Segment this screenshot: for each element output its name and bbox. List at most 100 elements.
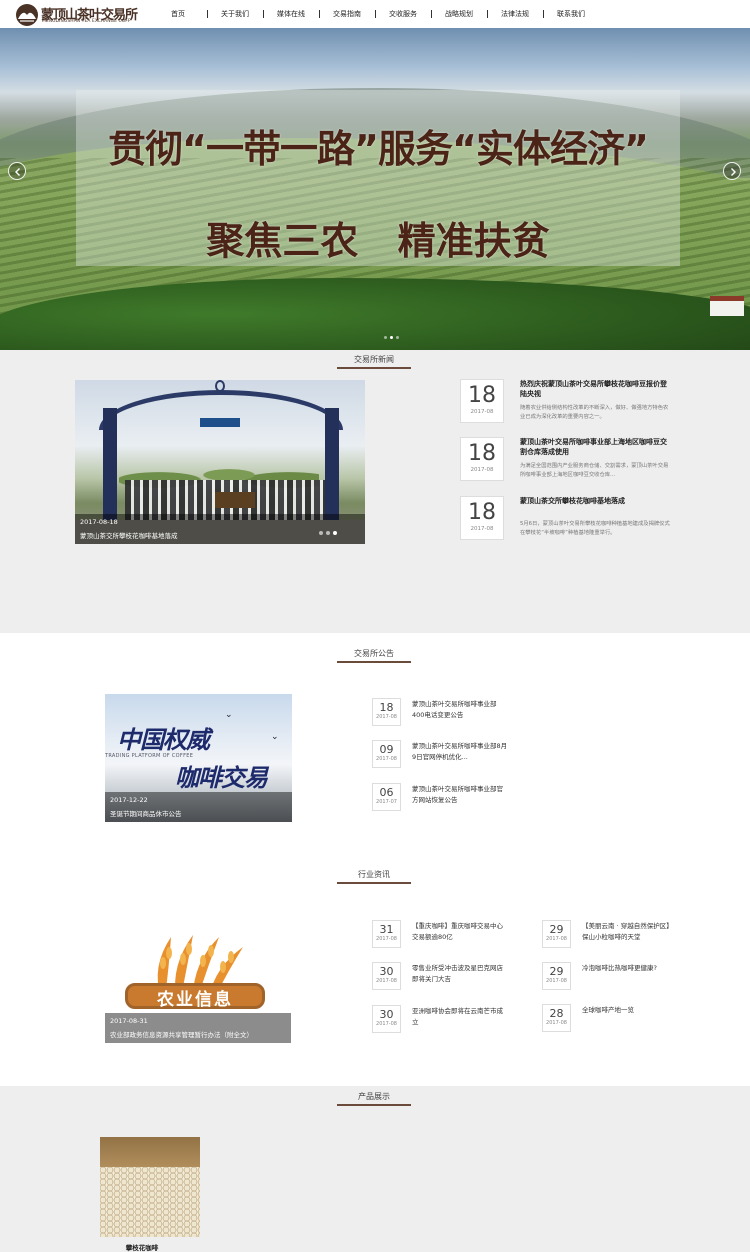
news-summary: 5月6日，蒙顶山茶叶交易所攀枝花咖啡种植基地建成及揭牌仪式在攀枝花“半坡咖啡”种… [520,521,670,536]
featured-dot[interactable] [319,531,323,535]
section-title-products: 产品展示 [358,1092,390,1101]
announcement-title[interactable]: 蒙顶山茶叶交易所咖啡事业部400电话变更公告 [412,699,508,720]
photo-gate-pole [103,408,117,520]
date-box: 31 2017-08 [372,920,401,948]
news-list-item[interactable]: 18 2017-08 热烈庆祝蒙顶山茶叶交易所攀枝花咖啡豆报价登陆央视 随着农业… [460,379,670,427]
news-title[interactable]: 热烈庆祝蒙顶山茶叶交易所攀枝花咖啡豆报价登陆央视 [520,379,670,399]
logo-mark-icon [16,4,38,26]
date-box: 30 2017-08 [372,962,401,990]
date-month: 2017-08 [470,467,494,473]
featured-title[interactable]: 农业部政务信息资源共享管理暂行办法（附全文） [110,1029,253,1039]
banner-next-button[interactable] [723,162,741,180]
logo-subtext: MENGDINGSHAN TEA EXCHANGE COFF [42,19,131,24]
nav-strategy[interactable]: 战略规划 [445,9,473,19]
industry-title[interactable]: 【美丽云南 · 穿越自然保护区】保山小粒咖啡的天堂 [582,921,678,942]
section-title-announcements: 交易所公告 [354,649,394,658]
photo-calligraphy-text: 中国权威 [117,725,210,754]
nav-separator [431,10,432,18]
logo[interactable]: 蒙顶山茶叶交易所 MENGDINGSHAN TEA EXCHANGE COFF [14,3,154,27]
bird-icon: ⌄ [225,710,233,720]
industry-list-item[interactable]: 28 2017-08 全球咖啡产地一览 [542,1004,682,1034]
date-box: 09 2017-08 [372,740,401,768]
industry-title[interactable]: 全球咖啡产地一览 [582,1005,678,1016]
announcement-title[interactable]: 蒙顶山茶叶交易所咖啡事业部官方网站恢复公告 [412,784,508,805]
featured-title[interactable]: 圣诞节期间商品休市公告 [110,808,182,818]
date-box: 06 2017-07 [372,783,401,811]
date-day: 29 [549,923,564,936]
date-day: 31 [379,923,394,936]
announcement-featured-photo[interactable]: 中国权威 TRADING PLATFORM OF COFFEE 咖啡交易 ⌄ ⌄… [105,694,292,822]
nav-about[interactable]: 关于我们 [221,9,249,19]
date-month: 2017-08 [470,409,494,415]
nav-contact[interactable]: 联系我们 [557,9,585,19]
date-day: 18 [468,500,496,525]
news-list-item[interactable]: 18 2017-08 蒙顶山茶交所攀枝花咖啡基地落成 5月6日，蒙顶山茶叶交易所… [460,496,670,544]
banner-prev-button[interactable] [8,162,26,180]
date-month: 2017-08 [546,936,567,942]
photo-gate-sign [200,418,240,427]
industry-list-item[interactable]: 31 2017-08 【重庆咖啡】重庆咖啡交易中心交易额逾80亿 [372,920,512,950]
news-section: 交易所新闻 2017-08-18 蒙顶山茶交所攀枝花咖啡基地落成 18 2017… [0,350,750,633]
banner-dot[interactable] [396,336,399,339]
industry-title[interactable]: 【重庆咖啡】重庆咖啡交易中心交易额逾80亿 [412,921,508,942]
featured-pagination [319,531,337,535]
banner-dot-active[interactable] [390,336,393,339]
news-title[interactable]: 蒙顶山茶交所攀枝花咖啡基地落成 [520,496,670,506]
date-box: 30 2017-08 [372,1005,401,1033]
section-underline [337,882,411,884]
nav-home[interactable]: 首页 [171,9,185,19]
banner-headline: 贯彻“一带一路”服务“实体经济” [108,127,649,171]
nav-delivery-service[interactable]: 交收服务 [389,9,417,19]
industry-list-item[interactable]: 29 2017-08 冷泡咖啡比热咖啡更健康? [542,962,682,992]
featured-title[interactable]: 蒙顶山茶交所攀枝花咖啡基地落成 [80,530,178,540]
photo-gate-pole [325,408,339,520]
announcement-list-item[interactable]: 09 2017-08 蒙顶山茶叶交易所咖啡事业部8月9日官网停机优化... [372,740,512,770]
news-featured-photo[interactable]: 2017-08-18 蒙顶山茶交所攀枝花咖啡基地落成 [75,380,365,544]
section-title-news: 交易所新闻 [354,355,394,364]
nav-trading-guide[interactable]: 交易指南 [333,9,361,19]
announcement-list-item[interactable]: 06 2017-07 蒙顶山茶叶交易所咖啡事业部官方网站恢复公告 [372,783,512,813]
nav-separator [207,10,208,18]
date-box: 18 2017-08 [460,437,504,481]
nav-media[interactable]: 媒体在线 [277,9,305,19]
news-title[interactable]: 蒙顶山茶叶交易所咖啡事业部上海地区咖啡豆交割仓库落成使用 [520,437,670,457]
announcement-list-item[interactable]: 18 2017-08 蒙顶山茶叶交易所咖啡事业部400电话变更公告 [372,698,512,728]
date-day: 18 [379,701,394,714]
product-name[interactable]: 攀枝花咖啡 [100,1242,184,1252]
date-month: 2017-08 [376,714,397,720]
date-month: 2017-07 [376,799,397,805]
photo-calligraphy-text: 咖啡交易 [175,763,268,792]
featured-dot[interactable] [326,531,330,535]
date-box: 18 2017-08 [460,496,504,540]
industry-list-item[interactable]: 30 2017-08 亚洲咖啡协会即将在云南芒市成立 [372,1005,512,1035]
banner-pagination [384,336,399,339]
date-day: 06 [379,786,394,799]
banner-dot[interactable] [384,336,387,339]
news-list-item[interactable]: 18 2017-08 蒙顶山茶叶交易所咖啡事业部上海地区咖啡豆交割仓库落成使用 … [460,437,670,485]
date-day: 30 [379,1008,394,1021]
featured-caption: 2017-12-22 圣诞节期间商品休市公告 [105,792,292,822]
section-underline [337,1104,411,1106]
product-image[interactable] [100,1137,200,1237]
date-box: 18 2017-08 [460,379,504,423]
announcement-title[interactable]: 蒙顶山茶叶交易所咖啡事业部8月9日官网停机优化... [412,741,508,762]
chevron-left-icon [15,168,20,176]
industry-list-item[interactable]: 29 2017-08 【美丽云南 · 穿越自然保护区】保山小粒咖啡的天堂 [542,920,682,950]
featured-caption: 2017-08-31 农业部政务信息资源共享管理暂行办法（附全文） [105,1013,291,1043]
nav-law[interactable]: 法律法规 [501,9,529,19]
featured-dot-active[interactable] [333,531,337,535]
industry-list-item[interactable]: 30 2017-08 零售业所受冲击波及星巴克网店即将关门大吉 [372,962,512,992]
date-month: 2017-08 [376,1021,397,1027]
nav-separator [263,10,264,18]
banner-house [710,296,744,316]
industry-featured-photo[interactable]: 农业信息 2017-08-31 农业部政务信息资源共享管理暂行办法（附全文） [105,905,291,1043]
section-title-industry: 行业资讯 [358,870,390,879]
date-month: 2017-08 [546,978,567,984]
photo-held-banner [215,492,255,508]
industry-title[interactable]: 亚洲咖啡协会即将在云南芒市成立 [412,1006,508,1027]
industry-title[interactable]: 零售业所受冲击波及星巴克网店即将关门大吉 [412,963,508,984]
photo-gate-top [215,380,225,392]
industry-title[interactable]: 冷泡咖啡比热咖啡更健康? [582,963,678,974]
date-month: 2017-08 [470,526,494,532]
news-summary: 随着农业供给侧结构性改革的不断深入，做好、做强地方特色农业已成为深化改革的重要内… [520,405,669,420]
